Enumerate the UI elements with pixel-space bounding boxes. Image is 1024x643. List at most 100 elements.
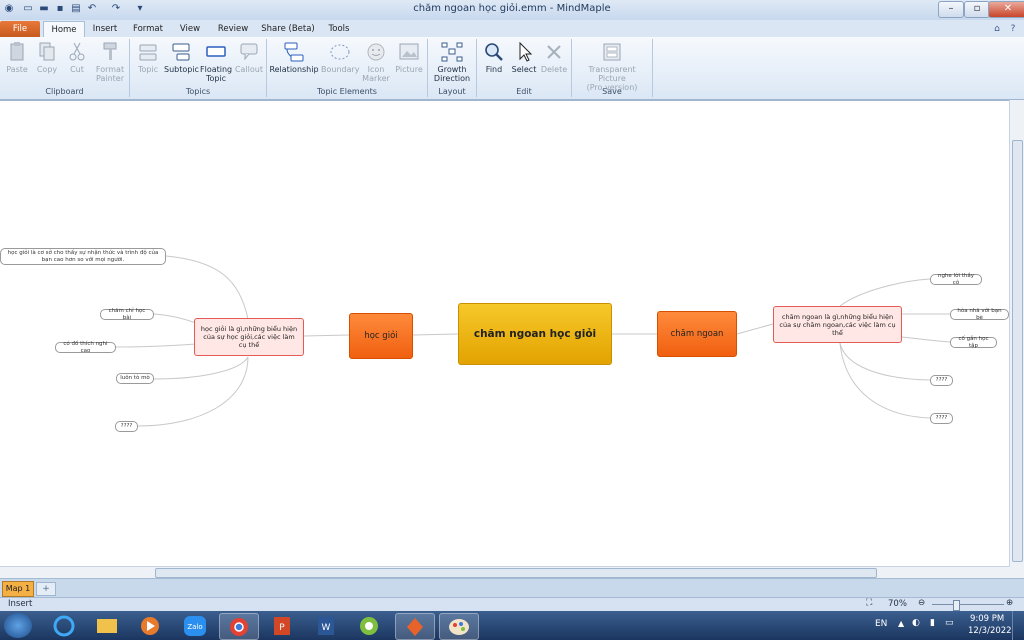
tab-home[interactable]: Home (43, 21, 85, 38)
brush-icon (103, 42, 117, 60)
zoom-slider[interactable] (932, 604, 1004, 605)
app-green-icon[interactable] (350, 613, 388, 638)
callout-icon (240, 43, 258, 61)
subtopic-hoc-gioi[interactable]: học giỏi là gì,những biểu hiện của sự họ… (194, 318, 304, 356)
boundary-button[interactable]: Boundary (321, 41, 360, 74)
clock-date[interactable]: 12/3/2022 (968, 626, 1012, 636)
powerpoint-icon[interactable]: P (263, 613, 301, 638)
language-indicator[interactable]: EN (875, 619, 887, 629)
minimize-button[interactable]: – (938, 1, 964, 18)
zoom-in-icon[interactable]: ⊕ (1006, 598, 1013, 608)
word-icon[interactable]: W (307, 613, 345, 638)
network-icon[interactable]: ▮ (930, 618, 935, 628)
right-leaf-2[interactable]: hòa nhã với bạn bè (950, 308, 1009, 321)
map-tab-bar: Map 1 + (0, 578, 1024, 597)
chrome-icon[interactable] (219, 613, 259, 640)
tab-tools[interactable]: Tools (322, 21, 356, 37)
delete-button[interactable]: Delete (539, 41, 569, 74)
callout-button[interactable]: Callout (234, 41, 264, 74)
copy-icon (39, 42, 55, 61)
tray-arrow-icon[interactable]: ▲ (898, 619, 904, 628)
status-mode: Insert (8, 599, 33, 609)
window-title: chăm ngoan học giỏi.emm - MindMaple (413, 3, 611, 14)
help-icon[interactable]: ? (1006, 21, 1020, 37)
link-left-main-sub (303, 334, 350, 337)
left-leaf-1[interactable]: học giỏi là cơ sở cho thấy sự nhận thức … (0, 248, 166, 265)
right-leaf-4[interactable]: ???? (930, 375, 953, 386)
zalo-icon[interactable]: Zalo (176, 613, 214, 638)
left-leaf-5[interactable]: ???? (115, 421, 138, 432)
main-topic-hoc-gioi[interactable]: học giỏi (349, 313, 413, 359)
relationship-icon (284, 42, 304, 62)
right-leaf-3[interactable]: cố gắn học tập (950, 336, 997, 349)
vertical-scrollbar[interactable] (1009, 100, 1024, 578)
copy-button[interactable]: Copy (34, 41, 60, 74)
media-player-icon[interactable] (131, 613, 169, 638)
mindmaple-icon[interactable] (395, 613, 435, 640)
find-button[interactable]: Find (479, 41, 509, 74)
transparent-picture-button[interactable]: Transparent Picture (Pro version) (574, 41, 650, 92)
main-topic-cham-ngoan[interactable]: chăm ngoan (657, 311, 737, 357)
format-painter-button[interactable]: Format Painter (93, 41, 127, 83)
fit-icon[interactable]: ⛶ (866, 598, 872, 608)
close-button[interactable]: ✕ (988, 1, 1024, 18)
tab-file[interactable]: File (0, 21, 40, 37)
right-leaf-5[interactable]: ???? (930, 413, 953, 424)
floating-topic-icon (206, 46, 226, 57)
select-button[interactable]: Select (509, 41, 539, 74)
topic-button[interactable]: Topic (134, 41, 162, 74)
picture-button[interactable]: Picture (393, 41, 425, 74)
start-button[interactable] (4, 613, 32, 638)
growth-direction-button[interactable]: Growth Direction (430, 41, 474, 83)
subtopic-icon (172, 43, 190, 61)
left-leaf-2[interactable]: chăm chỉ học bài (100, 308, 154, 321)
delete-icon (547, 45, 561, 59)
horizontal-scroll-thumb[interactable] (155, 568, 877, 578)
cut-button[interactable]: Cut (64, 41, 90, 74)
group-clipboard: Paste Copy Cut Format Painter Clipboard (0, 39, 130, 97)
picture-icon (399, 43, 419, 60)
ie-icon[interactable] (45, 613, 83, 638)
paste-button[interactable]: Paste (4, 41, 30, 74)
paint-icon[interactable] (439, 613, 479, 640)
tab-review[interactable]: Review (212, 21, 254, 37)
zoom-out-icon[interactable]: ⊖ (918, 598, 925, 608)
ribbon: Paste Copy Cut Format Painter Clipboard … (0, 37, 1024, 100)
ribbon-tabs: File Home Insert Format View Review Shar… (0, 20, 1024, 38)
link-right-leaf-4 (839, 342, 931, 381)
add-map-tab-icon[interactable]: + (36, 582, 56, 596)
relationship-button[interactable]: Relationship (269, 41, 319, 74)
cursor-icon (519, 41, 533, 62)
right-leaf-1[interactable]: nghe lời thầy cô (930, 273, 982, 286)
subtopic-button[interactable]: Subtopic (164, 41, 199, 74)
link-right-leaf-5 (839, 342, 931, 419)
tab-share[interactable]: Share (Beta) (260, 21, 316, 37)
zoom-slider-thumb[interactable] (953, 600, 960, 611)
vertical-scroll-thumb[interactable] (1012, 140, 1023, 562)
map-tab[interactable]: Map 1 (2, 581, 34, 597)
central-topic[interactable]: chăm ngoan học giỏi (458, 303, 612, 365)
svg-text:P: P (279, 623, 285, 633)
home-icon[interactable]: ⌂ (990, 21, 1004, 37)
battery-icon[interactable]: ▭ (945, 618, 954, 628)
clock-time[interactable]: 9:09 PM (970, 614, 1004, 624)
group-label-topic-elements: Topic Elements (317, 87, 377, 96)
link-right-main-sub (736, 323, 774, 335)
transparent-picture-icon (603, 43, 621, 61)
tab-view[interactable]: View (174, 21, 206, 37)
floating-topic-button[interactable]: Floating Topic (200, 41, 232, 83)
volume-icon[interactable]: ◐ (912, 618, 920, 628)
tab-format[interactable]: Format (128, 21, 168, 37)
subtopic-cham-ngoan[interactable]: chăm ngoan là gì,những biểu hiện của sự … (773, 306, 902, 343)
explorer-icon[interactable] (88, 613, 126, 638)
icon-marker-button[interactable]: Icon Marker (361, 41, 391, 83)
show-desktop-button[interactable] (1012, 611, 1023, 640)
left-leaf-4[interactable]: luôn tò mò (116, 373, 154, 384)
tab-insert[interactable]: Insert (88, 21, 122, 37)
maximize-button[interactable]: ▫ (964, 1, 990, 18)
svg-text:W: W (322, 623, 331, 633)
left-leaf-3[interactable]: có đồ thích nghi cao (55, 341, 116, 354)
group-label-save: Save (602, 87, 622, 96)
taskbar: Zalo P W EN ▲ ◐ ▮ ▭ 9:09 PM 12/3/2022 (0, 611, 1024, 640)
magnifier-icon (485, 43, 503, 61)
